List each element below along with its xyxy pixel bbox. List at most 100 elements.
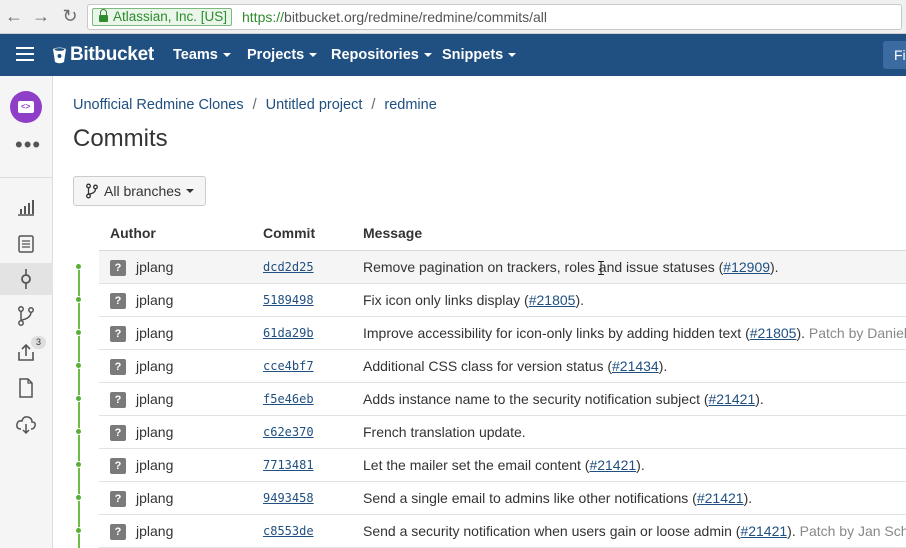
nav-teams[interactable]: Teams [173, 47, 231, 63]
table-row[interactable]: ? jplang 5189498 Fix icon only links displa… [99, 284, 906, 317]
author-avatar[interactable]: ? [110, 458, 126, 474]
author-avatar[interactable]: ? [110, 293, 126, 309]
bitbucket-logo[interactable]: Bitbucket [52, 43, 154, 67]
commit-graph-node [75, 527, 82, 534]
nav-snippets[interactable]: Snippets [442, 47, 517, 63]
nav-repositories-label: Repositories [331, 47, 419, 63]
commit-message-suffix: ). [796, 325, 806, 341]
branch-icon [86, 183, 98, 199]
table-row[interactable]: ? jplang cce4bf7 Additional CSS class for v… [99, 350, 906, 383]
commit-message-text: Additional CSS class for version status … [363, 358, 612, 374]
author-avatar[interactable]: ? [110, 260, 126, 276]
table-row[interactable]: ? jplang 61da29b Improve accessibility for … [99, 317, 906, 350]
author-name: jplang [136, 259, 174, 275]
author-avatar[interactable]: ? [110, 425, 126, 441]
nav-repositories[interactable]: Repositories [331, 47, 432, 63]
more-options-icon[interactable]: ••• [15, 134, 41, 156]
table-row[interactable]: ? jplang c8553de Send a security notificati… [99, 515, 906, 548]
issue-link[interactable]: #12909 [723, 259, 770, 275]
commit-message: Remove pagination on trackers, roles and… [363, 259, 779, 275]
column-header-author: Author [110, 225, 156, 241]
table-row[interactable]: ? jplang 7713481 Let the mailer set the ema… [99, 449, 906, 482]
commit-hash-link[interactable]: cce4bf7 [263, 359, 314, 373]
commits-icon[interactable] [15, 268, 37, 290]
commit-message-suffix: ). [755, 391, 764, 407]
breadcrumb: Unofficial Redmine Clones / Untitled proje… [73, 97, 437, 113]
commit-message-suffix: ). [636, 457, 645, 473]
commit-hash-link[interactable]: c62e370 [263, 425, 314, 439]
reload-icon[interactable]: ↻ [60, 6, 80, 26]
table-row[interactable]: ? jplang dcd2d25 Remove pagination on track… [99, 251, 906, 284]
issue-link[interactable]: #21434 [612, 358, 659, 374]
commit-graph-node [75, 395, 82, 402]
commit-hash-link[interactable]: f5e46eb [263, 392, 314, 406]
issue-link[interactable]: #21421 [740, 523, 787, 539]
author-avatar[interactable]: ? [110, 326, 126, 342]
address-bar[interactable]: Atlassian, Inc. [US] https://bitbucket.o… [87, 4, 902, 30]
branches-icon[interactable] [15, 305, 37, 327]
commit-graph-node [75, 263, 82, 270]
overview-chart-icon[interactable] [15, 196, 37, 218]
find-search-input[interactable]: Fi [883, 41, 906, 69]
browser-toolbar: ← → ↻ Atlassian, Inc. [US] https://bitbu… [0, 0, 906, 34]
cloud-download-icon[interactable] [15, 413, 37, 435]
author-name: jplang [136, 358, 174, 374]
author-avatar[interactable]: ? [110, 491, 126, 507]
text-cursor-icon [598, 261, 604, 275]
breadcrumb-owner-link[interactable]: Unofficial Redmine Clones [73, 97, 244, 113]
issue-link[interactable]: #21421 [709, 391, 756, 407]
author-avatar[interactable]: ? [110, 524, 126, 540]
url-path: bitbucket.org/redmine/redmine/commits/al… [284, 9, 548, 25]
source-file-icon[interactable] [15, 233, 37, 255]
nav-projects[interactable]: Projects [247, 47, 318, 63]
url-text: https://bitbucket.org/redmine/redmine/co… [242, 5, 547, 29]
table-row[interactable]: ? jplang f5e46eb Adds instance name to the … [99, 383, 906, 416]
ev-label: Atlassian, Inc. [US] [113, 9, 228, 24]
issue-link[interactable]: #21421 [697, 490, 744, 506]
commit-message-suffix: ). [787, 523, 796, 539]
commit-hash-link[interactable]: 9493458 [263, 491, 314, 505]
commit-message: Send a single email to admins like other… [363, 490, 752, 506]
commit-message: Let the mailer set the email content (#2… [363, 457, 645, 473]
repo-avatar[interactable]: <> [10, 91, 42, 123]
issue-link[interactable]: #21421 [589, 457, 636, 473]
nav-snippets-label: Snippets [442, 47, 504, 63]
sidebar-divider [0, 177, 53, 178]
commit-message-suffix: ). [575, 292, 585, 308]
hamburger-menu-icon[interactable] [16, 47, 34, 63]
author-avatar[interactable]: ? [110, 359, 126, 375]
commit-message-text: Adds instance name to the security notif… [363, 391, 709, 407]
issue-link[interactable]: #21805 [529, 292, 576, 308]
table-row[interactable]: ? jplang c62e370 French translation update. [99, 416, 906, 449]
author-avatar[interactable]: ? [110, 392, 126, 408]
table-row[interactable]: ? jplang 9493458 Send a single email to adm… [99, 482, 906, 515]
branch-filter-dropdown[interactable]: All branches [73, 176, 206, 206]
commit-message-text: Improve accessibility for icon-only link… [363, 325, 750, 341]
commit-hash-link[interactable]: 7713481 [263, 458, 314, 472]
commit-hash-link[interactable]: dcd2d25 [263, 260, 314, 274]
commit-message-text: Let the mailer set the email content ( [363, 457, 590, 473]
commit-message-text: Send a single email to admins like other… [363, 490, 697, 506]
breadcrumb-repo-link[interactable]: redmine [384, 97, 436, 113]
ev-certificate-badge[interactable]: Atlassian, Inc. [US] [92, 8, 233, 26]
commit-message-suffix: ). [770, 259, 779, 275]
column-header-commit: Commit [263, 225, 316, 241]
author-name: jplang [136, 391, 174, 407]
author-name: jplang [136, 424, 174, 440]
commit-message: Improve accessibility for icon-only link… [363, 325, 906, 341]
repo-sidebar: <> ••• 3 [0, 76, 53, 548]
back-arrow-icon[interactable]: ← [4, 6, 24, 26]
commit-hash-link[interactable]: 61da29b [263, 326, 314, 340]
commit-message-text: Send a security notification when users … [363, 523, 741, 539]
forward-arrow-icon[interactable]: → [31, 6, 51, 26]
nav-projects-label: Projects [247, 47, 305, 63]
breadcrumb-project-link[interactable]: Untitled project [266, 97, 363, 113]
issue-link[interactable]: #21805 [750, 325, 797, 341]
commit-hash-link[interactable]: c8553de [263, 524, 314, 538]
chevron-down-icon [186, 189, 195, 193]
chevron-down-icon [222, 53, 231, 58]
downloads-page-icon[interactable] [15, 377, 37, 399]
commit-hash-link[interactable]: 5189498 [263, 293, 314, 307]
commit-message: French translation update. [363, 424, 526, 440]
chevron-down-icon [309, 53, 318, 58]
